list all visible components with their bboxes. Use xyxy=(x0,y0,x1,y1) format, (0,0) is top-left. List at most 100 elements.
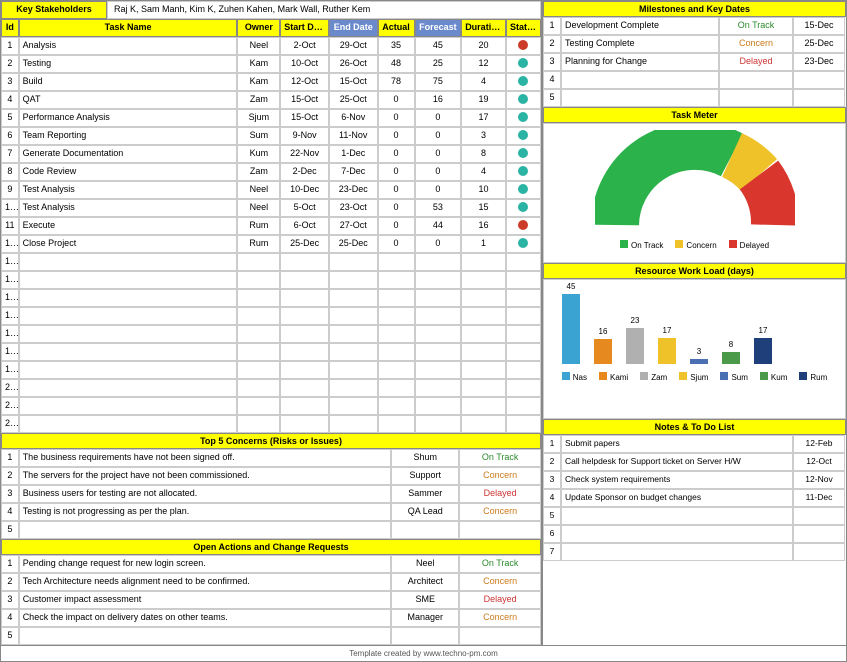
task-end[interactable]: 23-Oct xyxy=(329,199,378,217)
task-duration[interactable]: 3 xyxy=(461,127,506,145)
task-row[interactable]: 3 Build Kam 12-Oct 15-Oct 78 75 4 xyxy=(1,73,541,91)
row-text[interactable]: Business users for testing are not alloc… xyxy=(19,485,392,503)
task-end[interactable]: 15-Oct xyxy=(329,73,378,91)
task-actual[interactable]: 78 xyxy=(378,73,415,91)
task-row[interactable]: 10 Test Analysis Neel 5-Oct 23-Oct 0 53 … xyxy=(1,199,541,217)
list-row[interactable]: 2 Tech Architecture needs alignment need… xyxy=(1,573,541,591)
note-date[interactable]: 11-Dec xyxy=(793,489,845,507)
row-text[interactable]: Customer impact assessment xyxy=(19,591,392,609)
list-row[interactable]: 1 The business requirements have not bee… xyxy=(1,449,541,467)
row-text[interactable]: The business requirements have not been … xyxy=(19,449,392,467)
task-owner[interactable]: Neel xyxy=(237,37,280,55)
task-name[interactable]: Close Project xyxy=(19,235,238,253)
row-text[interactable]: Tech Architecture needs alignment need t… xyxy=(19,573,392,591)
task-duration[interactable]: 16 xyxy=(461,217,506,235)
task-end[interactable]: 11-Nov xyxy=(329,127,378,145)
list-row[interactable]: 3 Business users for testing are not all… xyxy=(1,485,541,503)
note-text[interactable]: Check system requirements xyxy=(561,471,793,489)
task-row[interactable]: 12 Close Project Rum 25-Dec 25-Dec 0 0 1 xyxy=(1,235,541,253)
milestone-row[interactable]: 3 Planning for Change Delayed 23-Dec xyxy=(543,53,846,71)
row-owner[interactable]: Shum xyxy=(391,449,459,467)
task-start[interactable]: 2-Oct xyxy=(280,37,329,55)
task-name[interactable]: Build xyxy=(19,73,238,91)
row-text[interactable] xyxy=(19,521,392,539)
note-text[interactable] xyxy=(561,525,793,543)
task-actual[interactable]: 0 xyxy=(378,145,415,163)
task-duration[interactable]: 12 xyxy=(461,55,506,73)
stakeholders-value[interactable]: Raj K, Sam Manh, Kim K, Zuhen Kahen, Mar… xyxy=(107,1,541,19)
task-start[interactable]: 22-Nov xyxy=(280,145,329,163)
task-duration[interactable]: 4 xyxy=(461,163,506,181)
task-name[interactable]: Execute xyxy=(19,217,238,235)
list-row[interactable]: 4 Testing is not progressing as per the … xyxy=(1,503,541,521)
task-actual[interactable]: 0 xyxy=(378,127,415,145)
note-date[interactable]: 12-Feb xyxy=(793,435,845,453)
task-row[interactable]: 17 xyxy=(1,325,541,343)
task-end[interactable]: 25-Dec xyxy=(329,235,378,253)
note-date[interactable] xyxy=(793,525,845,543)
ms-name[interactable] xyxy=(561,71,719,89)
note-row[interactable]: 6 xyxy=(543,525,846,543)
task-name[interactable]: Performance Analysis xyxy=(19,109,238,127)
list-row[interactable]: 2 The servers for the project have not b… xyxy=(1,467,541,485)
note-row[interactable]: 3 Check system requirements 12-Nov xyxy=(543,471,846,489)
task-row[interactable]: 20 xyxy=(1,379,541,397)
task-owner[interactable]: Rum xyxy=(237,235,280,253)
ms-name[interactable]: Testing Complete xyxy=(561,35,719,53)
task-row[interactable]: 19 xyxy=(1,361,541,379)
row-owner[interactable] xyxy=(391,627,459,645)
task-forecast[interactable]: 0 xyxy=(415,235,462,253)
task-actual[interactable]: 0 xyxy=(378,235,415,253)
task-forecast[interactable]: 0 xyxy=(415,127,462,145)
task-actual[interactable]: 0 xyxy=(378,163,415,181)
note-date[interactable]: 12-Oct xyxy=(793,453,845,471)
task-duration[interactable]: 17 xyxy=(461,109,506,127)
task-row[interactable]: 15 xyxy=(1,289,541,307)
task-row[interactable]: 8 Code Review Zam 2-Dec 7-Dec 0 0 4 xyxy=(1,163,541,181)
list-row[interactable]: 3 Customer impact assessment SME Delayed xyxy=(1,591,541,609)
row-text[interactable] xyxy=(19,627,392,645)
task-owner[interactable]: Zam xyxy=(237,163,280,181)
task-end[interactable]: 1-Dec xyxy=(329,145,378,163)
ms-date[interactable] xyxy=(793,71,845,89)
task-owner[interactable]: Kum xyxy=(237,145,280,163)
task-forecast[interactable]: 0 xyxy=(415,181,462,199)
task-start[interactable]: 25-Dec xyxy=(280,235,329,253)
task-name[interactable]: Testing xyxy=(19,55,238,73)
task-duration[interactable]: 8 xyxy=(461,145,506,163)
ms-date[interactable]: 25-Dec xyxy=(793,35,845,53)
task-actual[interactable]: 48 xyxy=(378,55,415,73)
task-forecast[interactable]: 53 xyxy=(415,199,462,217)
row-owner[interactable]: Neel xyxy=(391,555,459,573)
row-owner[interactable]: Manager xyxy=(391,609,459,627)
milestone-row[interactable]: 4 xyxy=(543,71,846,89)
row-owner[interactable]: Architect xyxy=(391,573,459,591)
task-owner[interactable]: Rum xyxy=(237,217,280,235)
note-text[interactable]: Update Sponsor on budget changes xyxy=(561,489,793,507)
task-duration[interactable]: 1 xyxy=(461,235,506,253)
task-actual[interactable]: 0 xyxy=(378,109,415,127)
ms-name[interactable]: Planning for Change xyxy=(561,53,719,71)
task-end[interactable]: 6-Nov xyxy=(329,109,378,127)
task-owner[interactable]: Zam xyxy=(237,91,280,109)
task-row[interactable]: 7 Generate Documentation Kum 22-Nov 1-De… xyxy=(1,145,541,163)
task-name[interactable]: Test Analysis xyxy=(19,199,238,217)
task-row[interactable]: 21 xyxy=(1,397,541,415)
task-name[interactable]: QAT xyxy=(19,91,238,109)
task-duration[interactable]: 19 xyxy=(461,91,506,109)
note-text[interactable]: Call helpdesk for Support ticket on Serv… xyxy=(561,453,793,471)
task-row[interactable]: 16 xyxy=(1,307,541,325)
note-text[interactable]: Submit papers xyxy=(561,435,793,453)
note-date[interactable] xyxy=(793,543,845,561)
list-row[interactable]: 1 Pending change request for new login s… xyxy=(1,555,541,573)
row-owner[interactable]: SME xyxy=(391,591,459,609)
task-actual[interactable]: 0 xyxy=(378,91,415,109)
task-start[interactable]: 2-Dec xyxy=(280,163,329,181)
task-end[interactable]: 7-Dec xyxy=(329,163,378,181)
note-text[interactable] xyxy=(561,507,793,525)
task-actual[interactable]: 35 xyxy=(378,37,415,55)
task-actual[interactable]: 0 xyxy=(378,199,415,217)
task-row[interactable]: 13 xyxy=(1,253,541,271)
note-row[interactable]: 1 Submit papers 12-Feb xyxy=(543,435,846,453)
task-name[interactable]: Test Analysis xyxy=(19,181,238,199)
